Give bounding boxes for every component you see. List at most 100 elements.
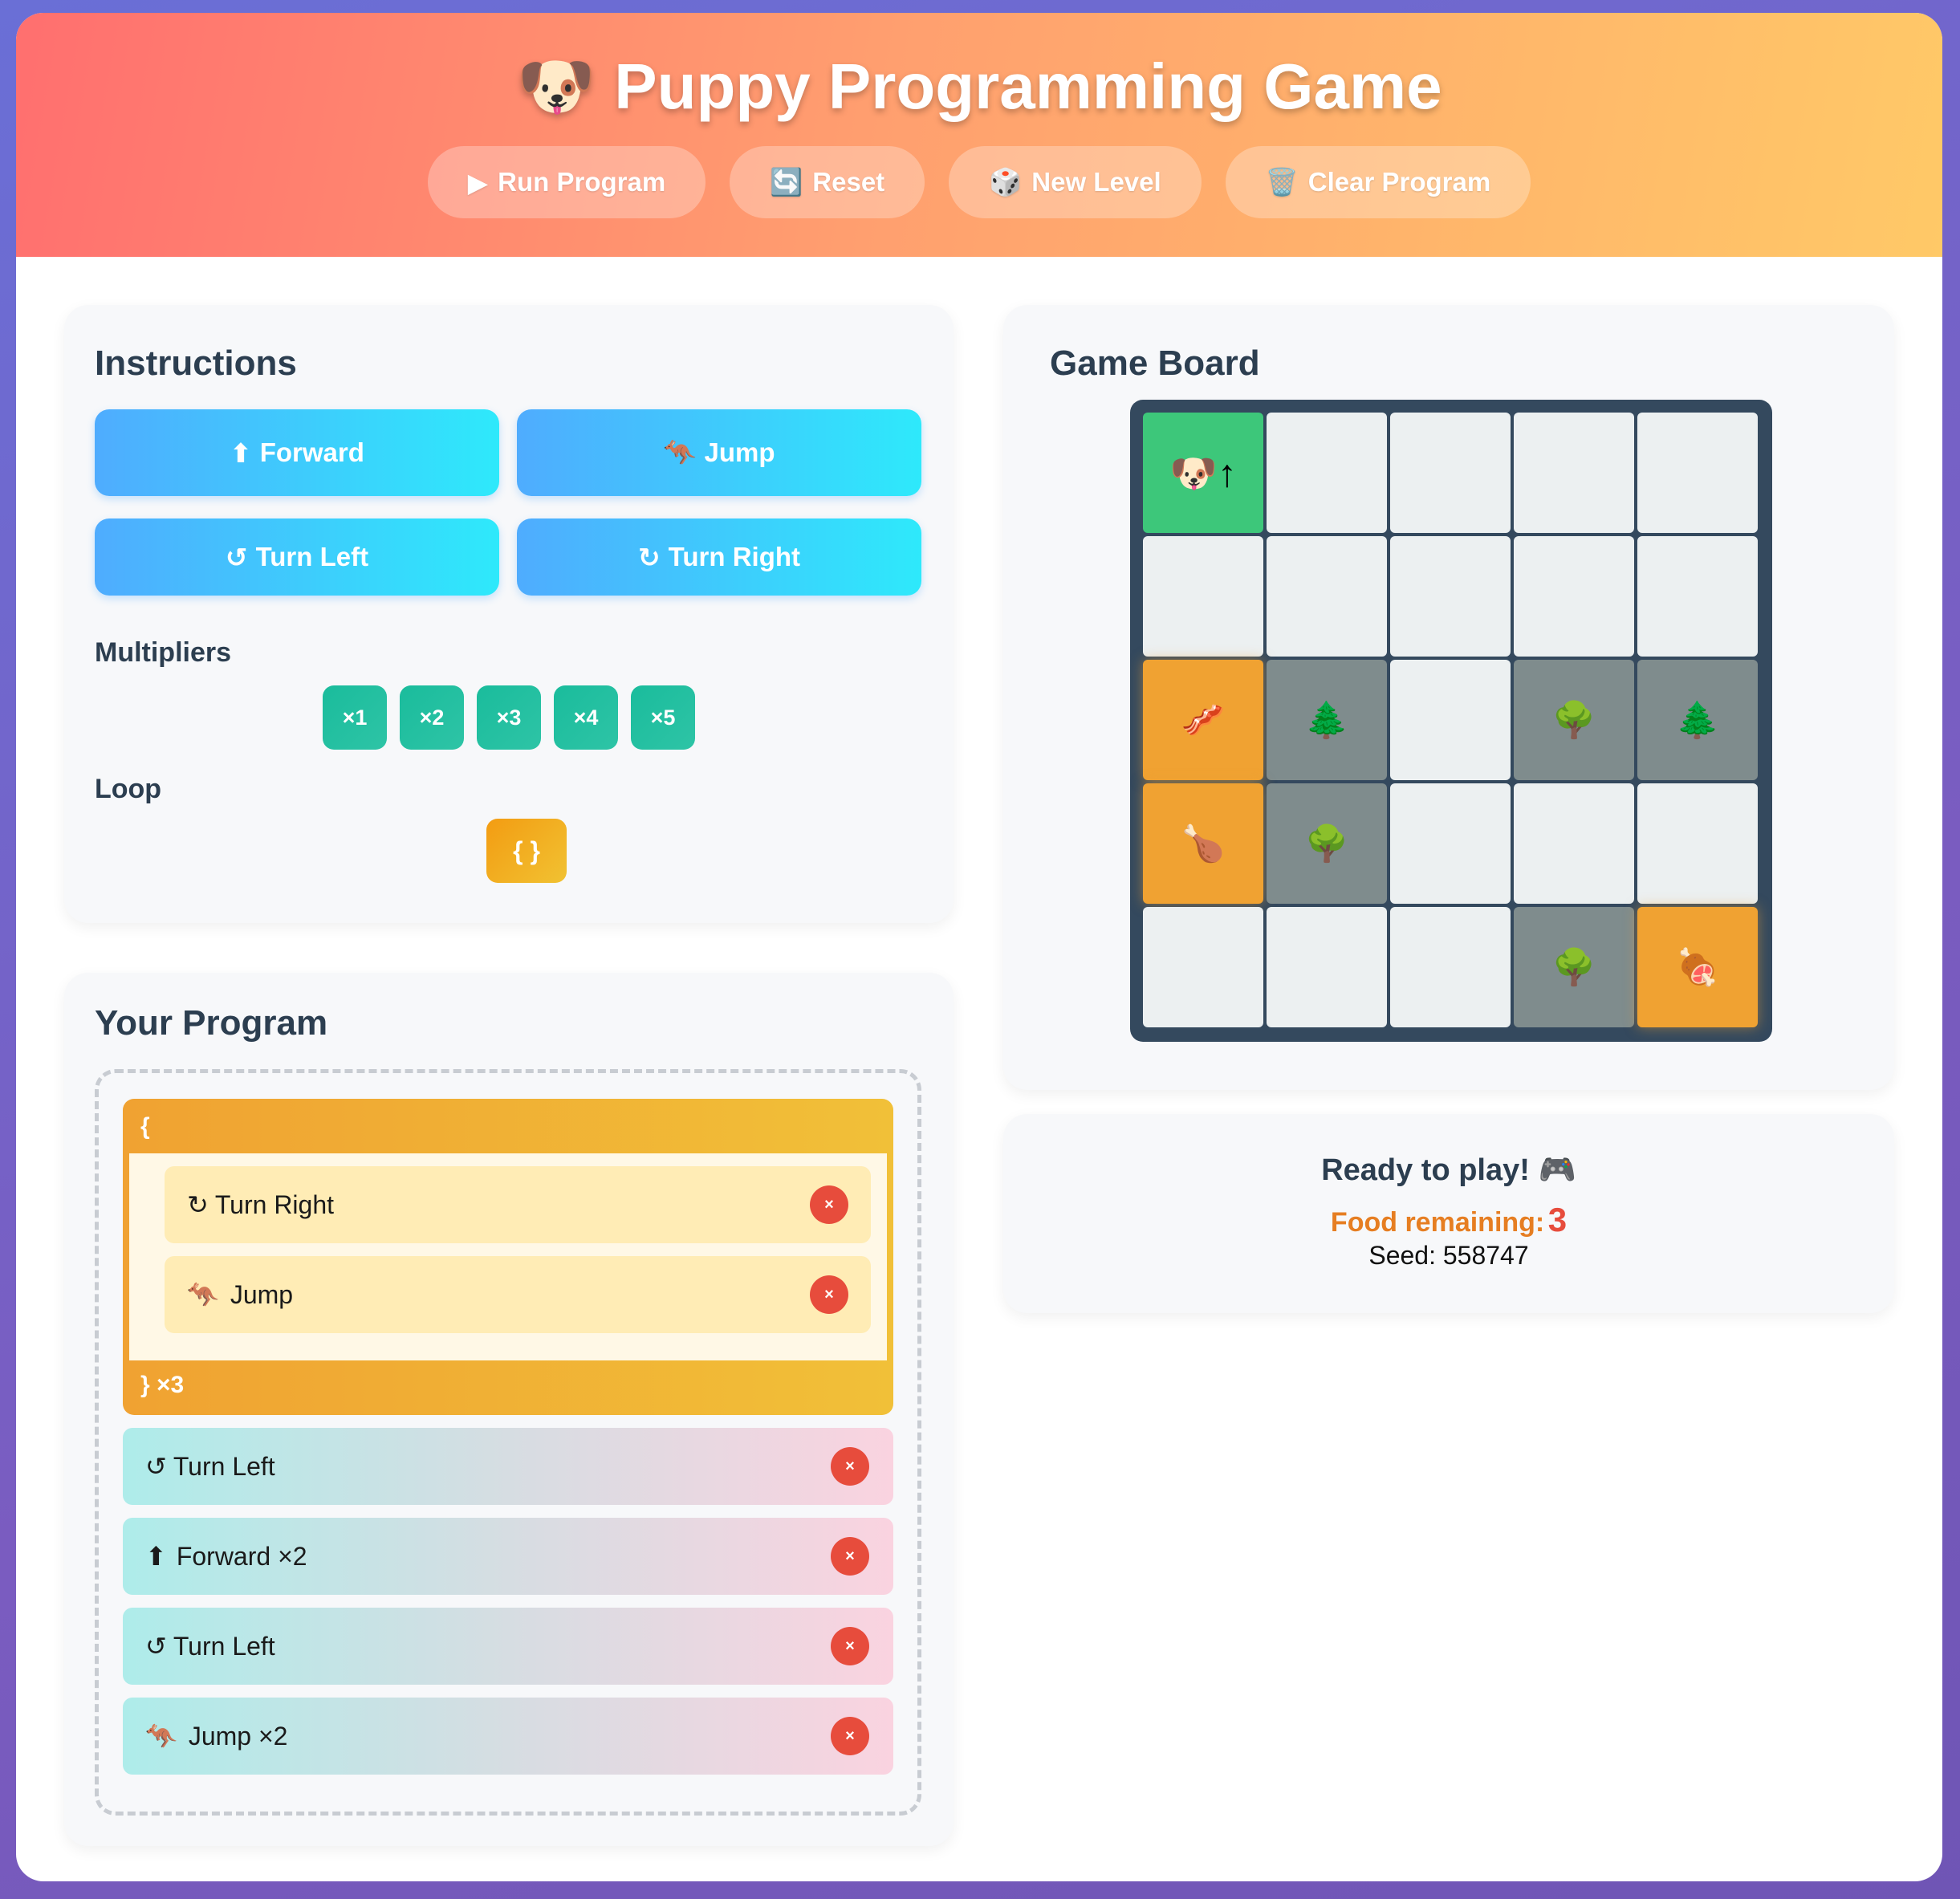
new-level-button[interactable]: 🎲 New Level (949, 146, 1202, 218)
seed-label: Seed: 558747 (1368, 1241, 1529, 1270)
rotate-left-icon: ↺ (225, 542, 248, 572)
program-item[interactable]: ↺ Turn Left × (123, 1428, 893, 1505)
chicken-leg-icon: 🍗 (1181, 824, 1226, 864)
loop-item[interactable]: ↻ Turn Right × (165, 1166, 871, 1243)
arrow-up-icon: ⬆ (230, 437, 252, 468)
play-icon: ▶ (467, 167, 489, 197)
kangaroo-icon: 🦘 (187, 1280, 219, 1309)
board-cell-2-0: 🥓 (1143, 660, 1263, 780)
instructions-heading: Instructions (95, 344, 297, 383)
pine-tree-icon: 🌲 (1304, 701, 1349, 740)
clear-program-button[interactable]: 🗑️ Clear Program (1225, 146, 1531, 218)
delete-button[interactable]: × (831, 1627, 869, 1665)
loop-close-brace: } ×3 (140, 1372, 185, 1398)
status-message: Ready to play! 🎮 (1321, 1153, 1576, 1187)
multiplier-1-button[interactable]: ×1 (323, 685, 387, 750)
reset-button[interactable]: 🔄 Reset (730, 146, 925, 218)
multiplier-5-button[interactable]: ×5 (631, 685, 695, 750)
rotate-right-icon: ↻ (187, 1190, 209, 1219)
board-cell-2-4: 🌲 (1637, 660, 1758, 780)
kangaroo-icon: 🦘 (145, 1722, 177, 1751)
turn-right-button[interactable]: ↻ Turn Right (517, 518, 921, 596)
toolbar: ▶ Run Program 🔄 Reset 🎲 New Level 🗑️ Cle… (16, 146, 1942, 218)
board-cell-1-3 (1514, 536, 1634, 657)
game-board: 🐶↑ 🥓 🌲 🌳 🌲 🍗 🌳 🌳 🍖 (1130, 400, 1772, 1042)
program-item[interactable]: ⬆ Forward ×2 × (123, 1518, 893, 1595)
forward-button[interactable]: ⬆ Forward (95, 409, 499, 496)
board-cell-3-2 (1390, 783, 1511, 904)
board-cell-4-1 (1267, 907, 1387, 1027)
loop-button[interactable]: { } (486, 819, 567, 883)
board-cell-4-0 (1143, 907, 1263, 1027)
board-cell-4-2 (1390, 907, 1511, 1027)
kangaroo-icon: 🦘 (663, 437, 697, 467)
board-cell-3-3 (1514, 783, 1634, 904)
program-heading: Your Program (95, 1003, 328, 1043)
food-remaining-count: 3 (1547, 1201, 1568, 1238)
loop-heading: Loop (95, 774, 162, 804)
pine-tree-icon: 🌲 (1675, 701, 1720, 740)
meat-icon: 🍖 (1675, 948, 1720, 987)
turn-left-button[interactable]: ↺ Turn Left (95, 518, 499, 596)
multiplier-3-button[interactable]: ×3 (477, 685, 541, 750)
delete-button[interactable]: × (810, 1185, 848, 1224)
multipliers-heading: Multipliers (95, 637, 232, 668)
board-cell-0-3 (1514, 413, 1634, 533)
board-cell-1-0 (1143, 536, 1263, 657)
board-cell-0-1 (1267, 413, 1387, 533)
board-cell-3-4 (1637, 783, 1758, 904)
program-panel: Your Program { ↻ Turn Right × 🦘 Jump ×}… (64, 973, 954, 1846)
reset-icon: 🔄 (770, 166, 803, 197)
board-cell-0-0: 🐶↑ (1143, 413, 1263, 533)
bacon-icon: 🥓 (1181, 701, 1226, 740)
game-board-heading: Game Board (1050, 344, 1260, 383)
multiplier-4-button[interactable]: ×4 (554, 685, 618, 750)
board-cell-4-3: 🌳 (1514, 907, 1634, 1027)
status-panel: Ready to play! 🎮 Food remaining: 3 Seed:… (1003, 1114, 1894, 1313)
puppy-icon: 🐶 (516, 51, 597, 122)
app-window: 🐶 Puppy Programming Game ▶ Run Program 🔄… (16, 13, 1942, 1881)
board-cell-0-4 (1637, 413, 1758, 533)
board-cell-1-1 (1267, 536, 1387, 657)
board-cell-2-2 (1390, 660, 1511, 780)
board-cell-4-4: 🍖 (1637, 907, 1758, 1027)
board-cell-3-0: 🍗 (1143, 783, 1263, 904)
delete-button[interactable]: × (831, 1537, 869, 1576)
board-cell-1-2 (1390, 536, 1511, 657)
tree-icon: 🌳 (1304, 824, 1349, 864)
run-program-button[interactable]: ▶ Run Program (427, 146, 706, 218)
delete-button[interactable]: × (831, 1447, 869, 1486)
board-cell-2-1: 🌲 (1267, 660, 1387, 780)
puppy-icon: 🐶↑ (1169, 452, 1237, 495)
trash-icon: 🗑️ (1265, 166, 1299, 197)
tree-icon: 🌳 (1551, 948, 1596, 987)
multiplier-2-button[interactable]: ×2 (400, 685, 464, 750)
game-board-panel: Game Board 🐶↑ 🥓 🌲 🌳 🌲 🍗 🌳 🌳 🍖 (1003, 305, 1894, 1090)
multipliers-row: ×1 ×2 ×3 ×4 ×5 (323, 685, 695, 750)
loop-block[interactable]: { ↻ Turn Right × 🦘 Jump × } ×3 (123, 1099, 893, 1415)
rotate-left-icon: ↺ (145, 1632, 167, 1661)
program-item[interactable]: ↺ Turn Left × (123, 1608, 893, 1685)
food-remaining-label: Food remaining: (1330, 1207, 1545, 1238)
food-remaining: Food remaining: 3 (1003, 1201, 1894, 1239)
jump-button[interactable]: 🦘 Jump (517, 409, 921, 496)
delete-button[interactable]: × (831, 1717, 869, 1755)
dice-icon: 🎲 (989, 166, 1023, 197)
rotate-left-icon: ↺ (145, 1452, 167, 1481)
board-cell-2-3: 🌳 (1514, 660, 1634, 780)
board-cell-3-1: 🌳 (1267, 783, 1387, 904)
arrow-up-icon: ⬆ (145, 1542, 167, 1571)
loop-item[interactable]: 🦘 Jump × (165, 1256, 871, 1333)
loop-body: ↻ Turn Right × 🦘 Jump × (129, 1153, 887, 1360)
instructions-panel: Instructions ⬆ Forward 🦘 Jump ↺ Turn Lef… (64, 305, 954, 923)
delete-button[interactable]: × (810, 1275, 848, 1314)
board-cell-1-4 (1637, 536, 1758, 657)
tree-icon: 🌳 (1551, 701, 1596, 740)
program-item[interactable]: 🦘 Jump ×2 × (123, 1698, 893, 1775)
title-text: Puppy Programming Game (614, 51, 1442, 122)
board-cell-0-2 (1390, 413, 1511, 533)
program-dropzone[interactable]: { ↻ Turn Right × 🦘 Jump × } ×3 ↺ Turn Le… (95, 1069, 921, 1816)
loop-open-brace: { (140, 1113, 150, 1140)
rotate-right-icon: ↻ (638, 542, 661, 572)
header: 🐶 Puppy Programming Game ▶ Run Program 🔄… (16, 13, 1942, 257)
